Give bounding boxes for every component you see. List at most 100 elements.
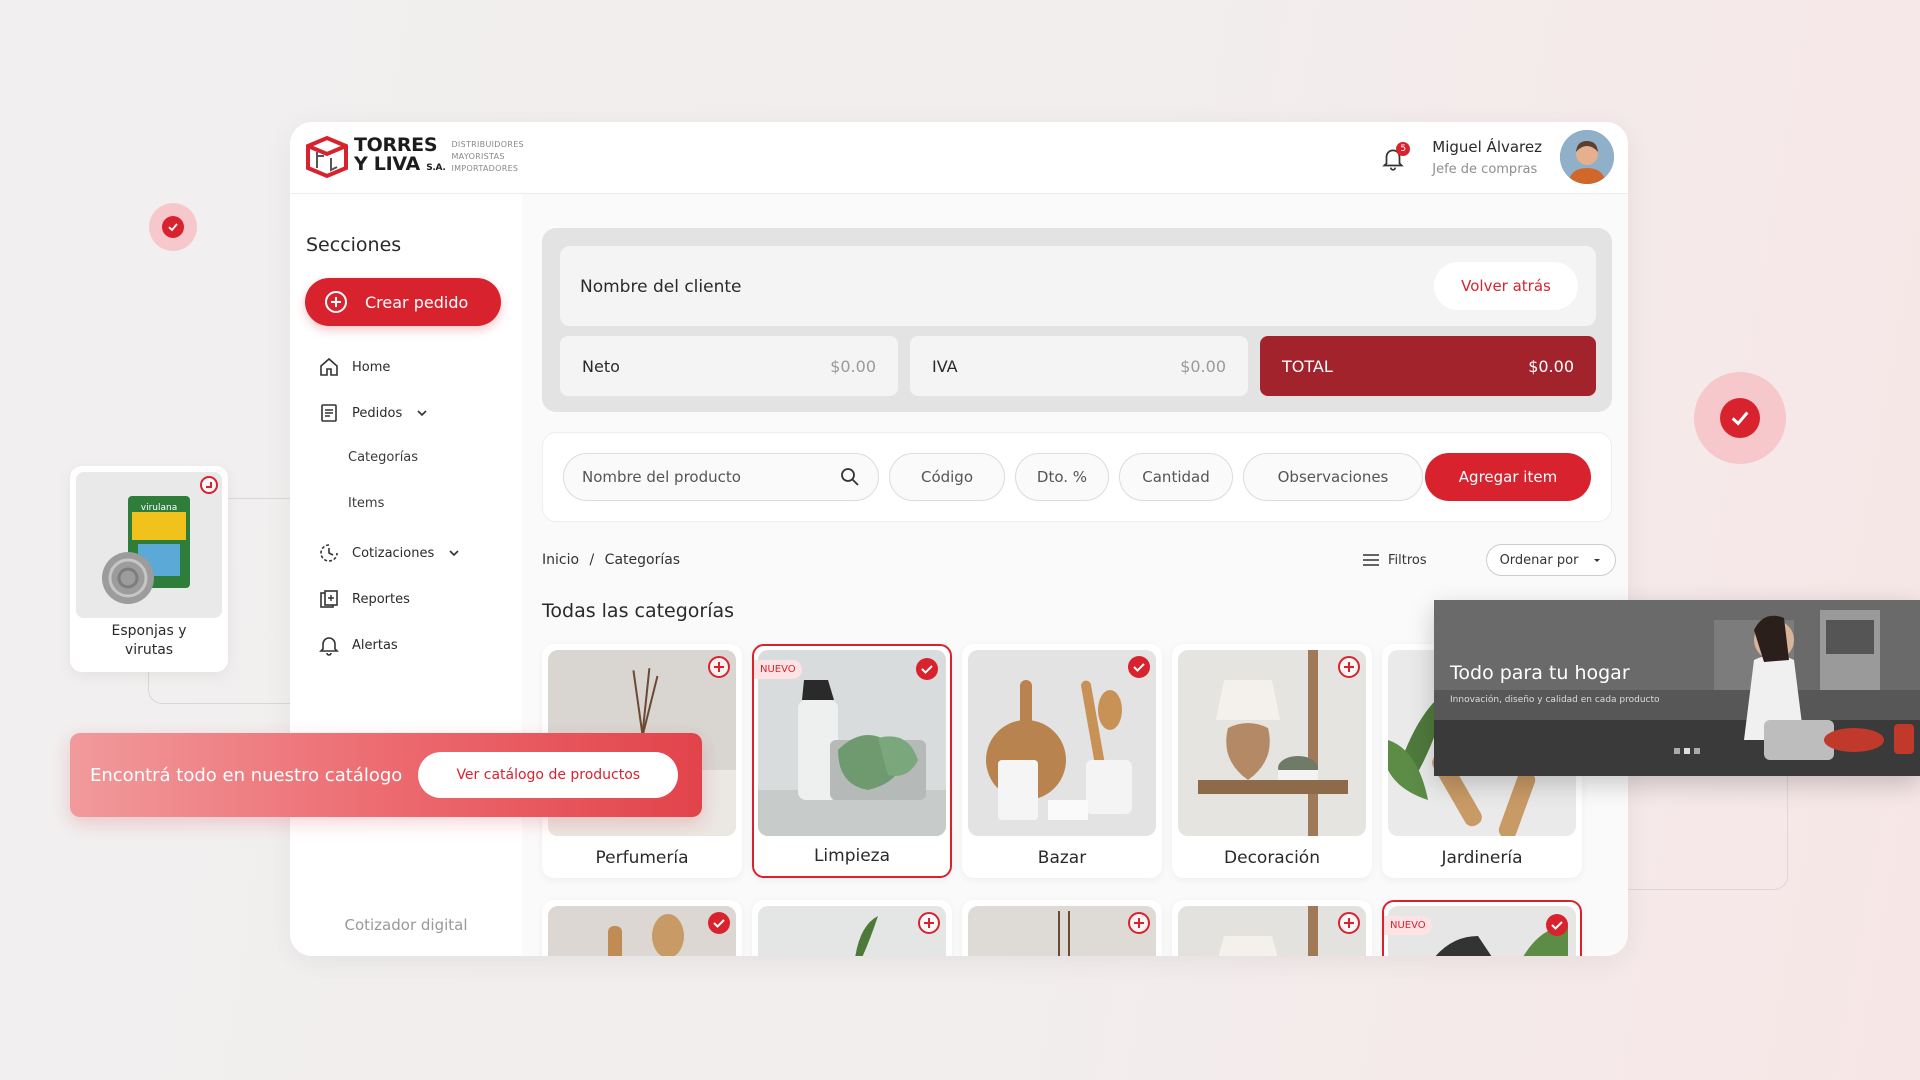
user-area: 5 Miguel Álvarez Jefe de compras: [1380, 130, 1614, 184]
order-summary-panel: Nombre del cliente Volver atrás Neto $0.…: [542, 228, 1612, 412]
brand-logo[interactable]: TORRES Y LIVA S.A. DISTRIBUIDORES MAYORI…: [304, 134, 524, 180]
hero-title: Todo para tu hogar: [1450, 662, 1630, 684]
client-field[interactable]: Nombre del cliente Volver atrás: [560, 246, 1596, 326]
category-card-decoracion[interactable]: Decoración: [1172, 644, 1372, 878]
decor-lamp-image: [1178, 650, 1366, 836]
check-circle-icon[interactable]: [1128, 656, 1150, 678]
check-circle-icon[interactable]: [708, 912, 730, 934]
check-icon: [1133, 663, 1145, 672]
product-label: Esponjas y virutas: [70, 622, 228, 660]
add-item-button[interactable]: Agregar item: [1425, 453, 1591, 501]
sidebar-item-label: Alertas: [352, 637, 398, 653]
check-circle-icon[interactable]: [1546, 914, 1568, 936]
product-brand-text: virulana: [141, 503, 177, 513]
back-button[interactable]: Volver atrás: [1434, 262, 1578, 310]
category-card-limpieza[interactable]: NUEVO Limpieza: [752, 644, 952, 878]
user-info[interactable]: Miguel Álvarez Jefe de compras: [1432, 138, 1542, 177]
sidebar-title: Secciones: [306, 234, 402, 256]
brand-tagline: DISTRIBUIDORES MAYORISTAS IMPORTADORES: [451, 139, 523, 175]
catalog-banner: Encontrá todo en nuestro catálogo Ver ca…: [70, 733, 702, 817]
quotes-icon: [320, 544, 338, 562]
clipboard-icon: [321, 404, 337, 422]
sidebar-subitem-categorias[interactable]: Categorías: [348, 450, 418, 465]
lamp-image: [1218, 906, 1318, 956]
category-card[interactable]: [542, 900, 742, 956]
app-window: TORRES Y LIVA S.A. DISTRIBUIDORES MAYORI…: [290, 122, 1628, 956]
sidebar-item-label: Pedidos: [352, 405, 403, 421]
chevron-down-icon[interactable]: [416, 407, 428, 419]
sort-dropdown[interactable]: Ordenar por: [1486, 544, 1616, 576]
check-circle-icon[interactable]: [916, 658, 938, 680]
filters-button[interactable]: Filtros: [1362, 552, 1427, 568]
add-circle-icon[interactable]: [1338, 656, 1360, 678]
sidebar-item-pedidos[interactable]: Pedidos: [318, 402, 428, 424]
reports-icon: [320, 590, 338, 608]
total-box: TOTAL $0.00: [1260, 336, 1596, 396]
category-card[interactable]: NUEVO: [1382, 900, 1582, 956]
bell-icon: [319, 637, 339, 656]
sponge-product-image: virulana: [76, 472, 222, 618]
hero-subtitle: Innovación, diseño y calidad en cada pro…: [1450, 695, 1660, 705]
breadcrumb-current: Categorías: [604, 552, 681, 568]
tagline-line: DISTRIBUIDORES: [451, 140, 524, 149]
tagline-line: IMPORTADORES: [451, 164, 519, 173]
filters-label: Filtros: [1388, 552, 1427, 568]
category-card[interactable]: [1172, 900, 1372, 956]
notifications-button[interactable]: 5: [1380, 142, 1411, 172]
iva-value: $0.00: [1180, 356, 1226, 376]
product-search-placeholder: Nombre del producto: [582, 468, 741, 486]
promo-product-card[interactable]: virulana Esponjas y virutas: [70, 466, 228, 672]
hero-banner[interactable]: Todo para tu hogar Innovación, diseño y …: [1434, 600, 1920, 776]
sort-label: Ordenar por: [1499, 552, 1579, 568]
client-label: Nombre del cliente: [580, 277, 742, 297]
check-icon: [1731, 411, 1749, 426]
add-circle-icon[interactable]: [1338, 912, 1360, 934]
add-circle-icon[interactable]: [1128, 912, 1150, 934]
category-label: Perfumería: [595, 848, 689, 868]
breadcrumb-home[interactable]: Inicio: [542, 552, 579, 568]
total-label: TOTAL: [1282, 356, 1333, 376]
quantity-input[interactable]: Cantidad: [1119, 453, 1233, 501]
avatar[interactable]: [1560, 130, 1614, 184]
breadcrumb-separator: /: [589, 552, 595, 568]
new-badge: NUEVO: [1384, 916, 1432, 935]
search-icon[interactable]: [840, 467, 860, 487]
category-label: Limpieza: [813, 846, 891, 866]
category-card[interactable]: [962, 900, 1162, 956]
notification-count-badge: 5: [1396, 142, 1411, 156]
discount-input[interactable]: Dto. %: [1015, 453, 1109, 501]
add-item-panel: Nombre del producto Código Dto. % Cantid…: [542, 432, 1612, 522]
code-input[interactable]: Código: [889, 453, 1005, 501]
logo-cube-icon: [306, 135, 348, 179]
sidebar-item-home[interactable]: Home: [318, 356, 390, 378]
view-catalog-button[interactable]: Ver catálogo de productos: [418, 752, 679, 798]
chevron-down-icon[interactable]: [448, 547, 460, 559]
category-image: [758, 906, 946, 956]
sidebar-subitem-items[interactable]: Items: [348, 496, 384, 511]
sidebar-item-label: Reportes: [352, 591, 410, 607]
check-icon: [1551, 921, 1563, 930]
neto-label: Neto: [582, 356, 620, 376]
user-role: Jefe de compras: [1432, 161, 1538, 177]
diffuser-sticks-image: [1058, 911, 1070, 956]
home-icon: [320, 357, 338, 376]
create-order-button[interactable]: Crear pedido: [305, 278, 501, 326]
category-card-bazar[interactable]: Bazar: [962, 644, 1162, 878]
product-search-input[interactable]: Nombre del producto: [563, 453, 879, 501]
notes-input[interactable]: Observaciones: [1243, 453, 1423, 501]
sidebar-item-reportes[interactable]: Reportes: [318, 588, 410, 610]
sidebar-item-alertas[interactable]: Alertas: [318, 634, 398, 656]
breadcrumb: Inicio / Categorías: [542, 552, 680, 568]
sidebar-item-label: Home: [352, 359, 391, 375]
brand-name: TORRES Y LIVA S.A.: [354, 136, 446, 178]
category-card[interactable]: [752, 900, 952, 956]
sidebar-item-cotizaciones[interactable]: Cotizaciones: [318, 542, 460, 564]
tagline-line: MAYORISTAS: [451, 152, 505, 161]
total-value: $0.00: [1528, 356, 1574, 376]
add-circle-icon[interactable]: [918, 912, 940, 934]
category-image: [1178, 906, 1366, 956]
product-label-text: Esponjas y virutas: [111, 623, 187, 658]
add-circle-icon[interactable]: [200, 476, 218, 494]
sidebar-footer: Cotizador digital: [344, 916, 468, 934]
add-circle-icon[interactable]: [708, 656, 730, 678]
